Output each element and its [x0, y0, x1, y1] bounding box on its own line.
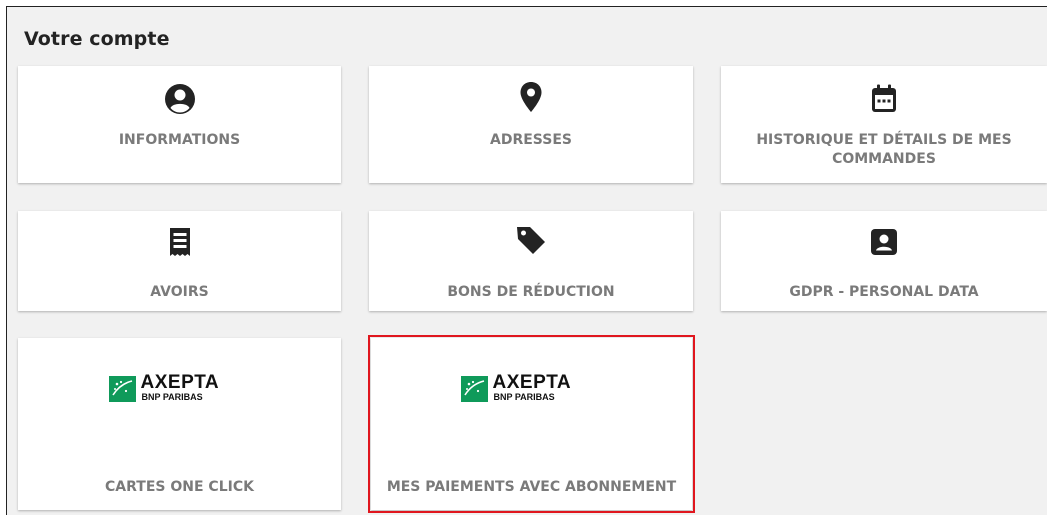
page-title: Votre compte — [24, 28, 170, 50]
bnp-stars-icon — [460, 376, 488, 402]
calendar-icon — [872, 84, 896, 112]
axepta-logo: AXEPTA BNP PARIBAS — [106, 352, 253, 422]
card-label: BONS DE RÉDUCTION — [447, 284, 615, 300]
card-informations[interactable]: INFORMATIONS — [18, 66, 341, 183]
card-cartes-one-click[interactable]: AXEPTA BNP PARIBAS CARTES ONE CLICK — [18, 338, 341, 510]
axepta-brand: AXEPTA — [492, 372, 572, 393]
receipt-icon — [169, 228, 190, 256]
user-badge-icon — [871, 229, 897, 255]
card-historique[interactable]: HISTORIQUE ET DÉTAILS DE MES COMMANDES — [721, 66, 1047, 183]
account-page: Votre compte INFORMATIONS ADRESSES HISTO… — [6, 6, 1047, 515]
axepta-sub: BNP PARIBAS — [493, 392, 555, 402]
user-circle-icon — [164, 84, 195, 114]
card-label: HISTORIQUE ET DÉTAILS DE MES COMMANDES — [756, 132, 1012, 167]
card-label: INFORMATIONS — [118, 132, 241, 148]
card-mes-paiements-avec-abonnement[interactable]: AXEPTA BNP PARIBAS MES PAIEMENTS AVEC AB… — [368, 335, 695, 513]
card-adresses[interactable]: ADRESSES — [369, 66, 693, 183]
card-avoirs[interactable]: AVOIRS — [18, 211, 341, 311]
map-pin-icon — [520, 82, 542, 112]
card-label: ADRESSES — [490, 132, 572, 148]
axepta-logo: AXEPTA BNP PARIBAS — [458, 352, 605, 422]
axepta-sub: BNP PARIBAS — [141, 392, 203, 402]
bnp-stars-icon — [108, 376, 136, 402]
card-label: CARTES ONE CLICK — [105, 479, 254, 495]
card-gdpr-personal-data[interactable]: GDPR - PERSONAL DATA — [721, 211, 1047, 311]
card-label: AVOIRS — [150, 284, 209, 300]
tag-icon — [517, 227, 545, 254]
card-label: MES PAIEMENTS AVEC ABONNEMENT — [386, 479, 677, 495]
card-label: GDPR - PERSONAL DATA — [789, 284, 979, 300]
card-bons-de-reduction[interactable]: BONS DE RÉDUCTION — [369, 211, 693, 311]
axepta-brand: AXEPTA — [140, 372, 220, 393]
